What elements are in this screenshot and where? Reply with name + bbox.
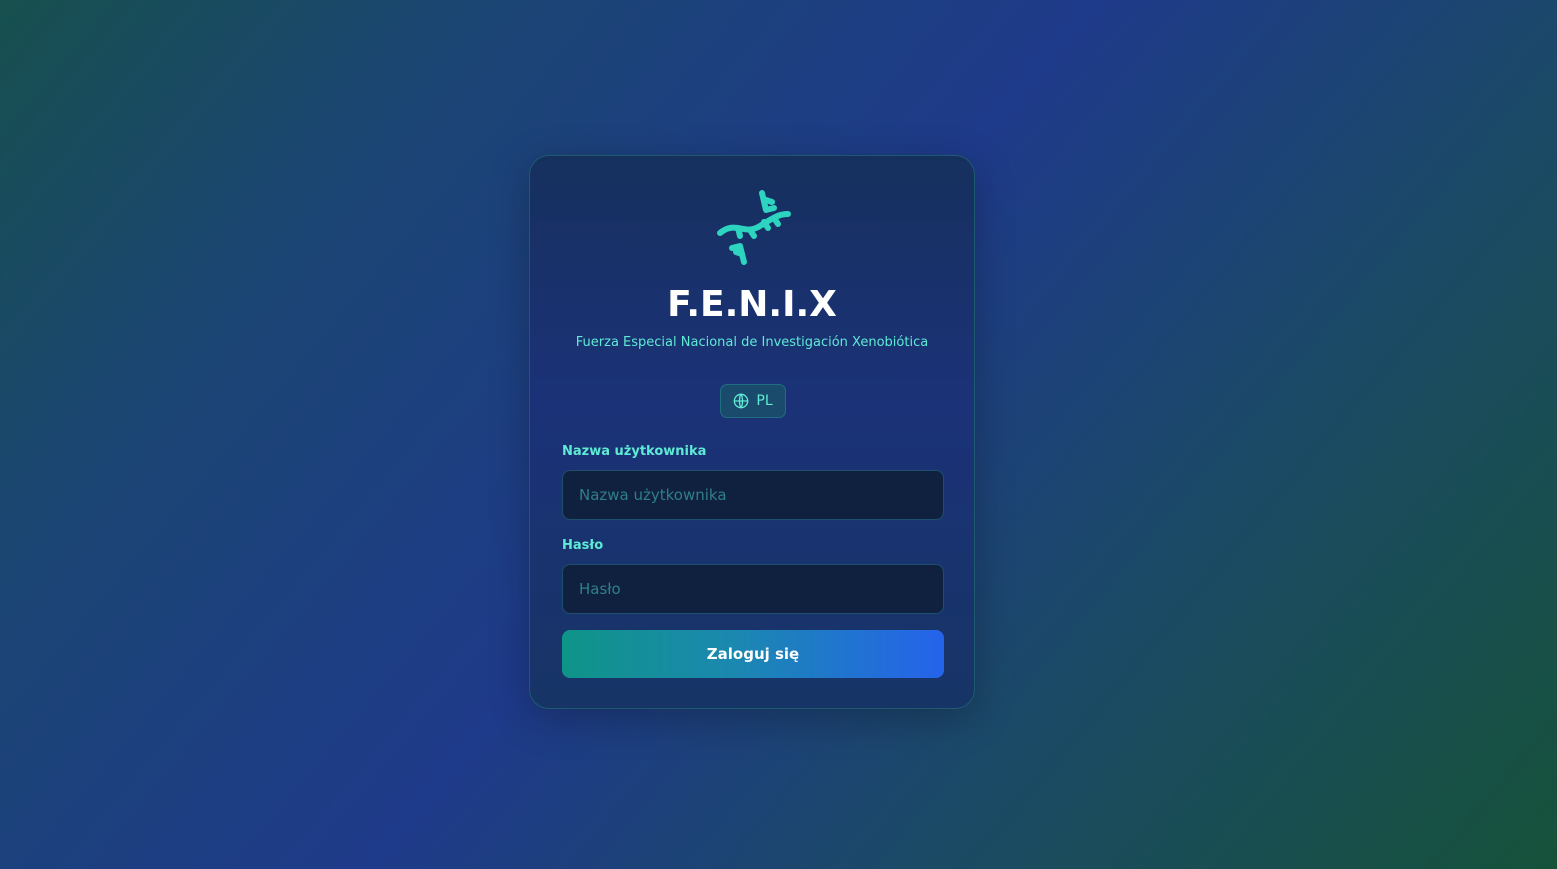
dna-icon [717,190,791,265]
login-card: F.E.N.I.X Fuerza Especial Nacional de In… [529,155,975,709]
username-input[interactable] [562,470,944,520]
login-button[interactable]: Zaloguj się [562,630,944,678]
language-switch-button[interactable]: PL [720,384,786,418]
globe-icon [734,393,749,409]
app-subtitle: Fuerza Especial Nacional de Investigació… [575,335,929,350]
app-title: F.E.N.I.X [667,284,837,325]
username-label: Nazwa użytkownika [562,444,707,459]
password-input[interactable] [562,564,944,614]
password-label: Hasło [562,538,604,553]
language-label: PL [756,393,773,409]
